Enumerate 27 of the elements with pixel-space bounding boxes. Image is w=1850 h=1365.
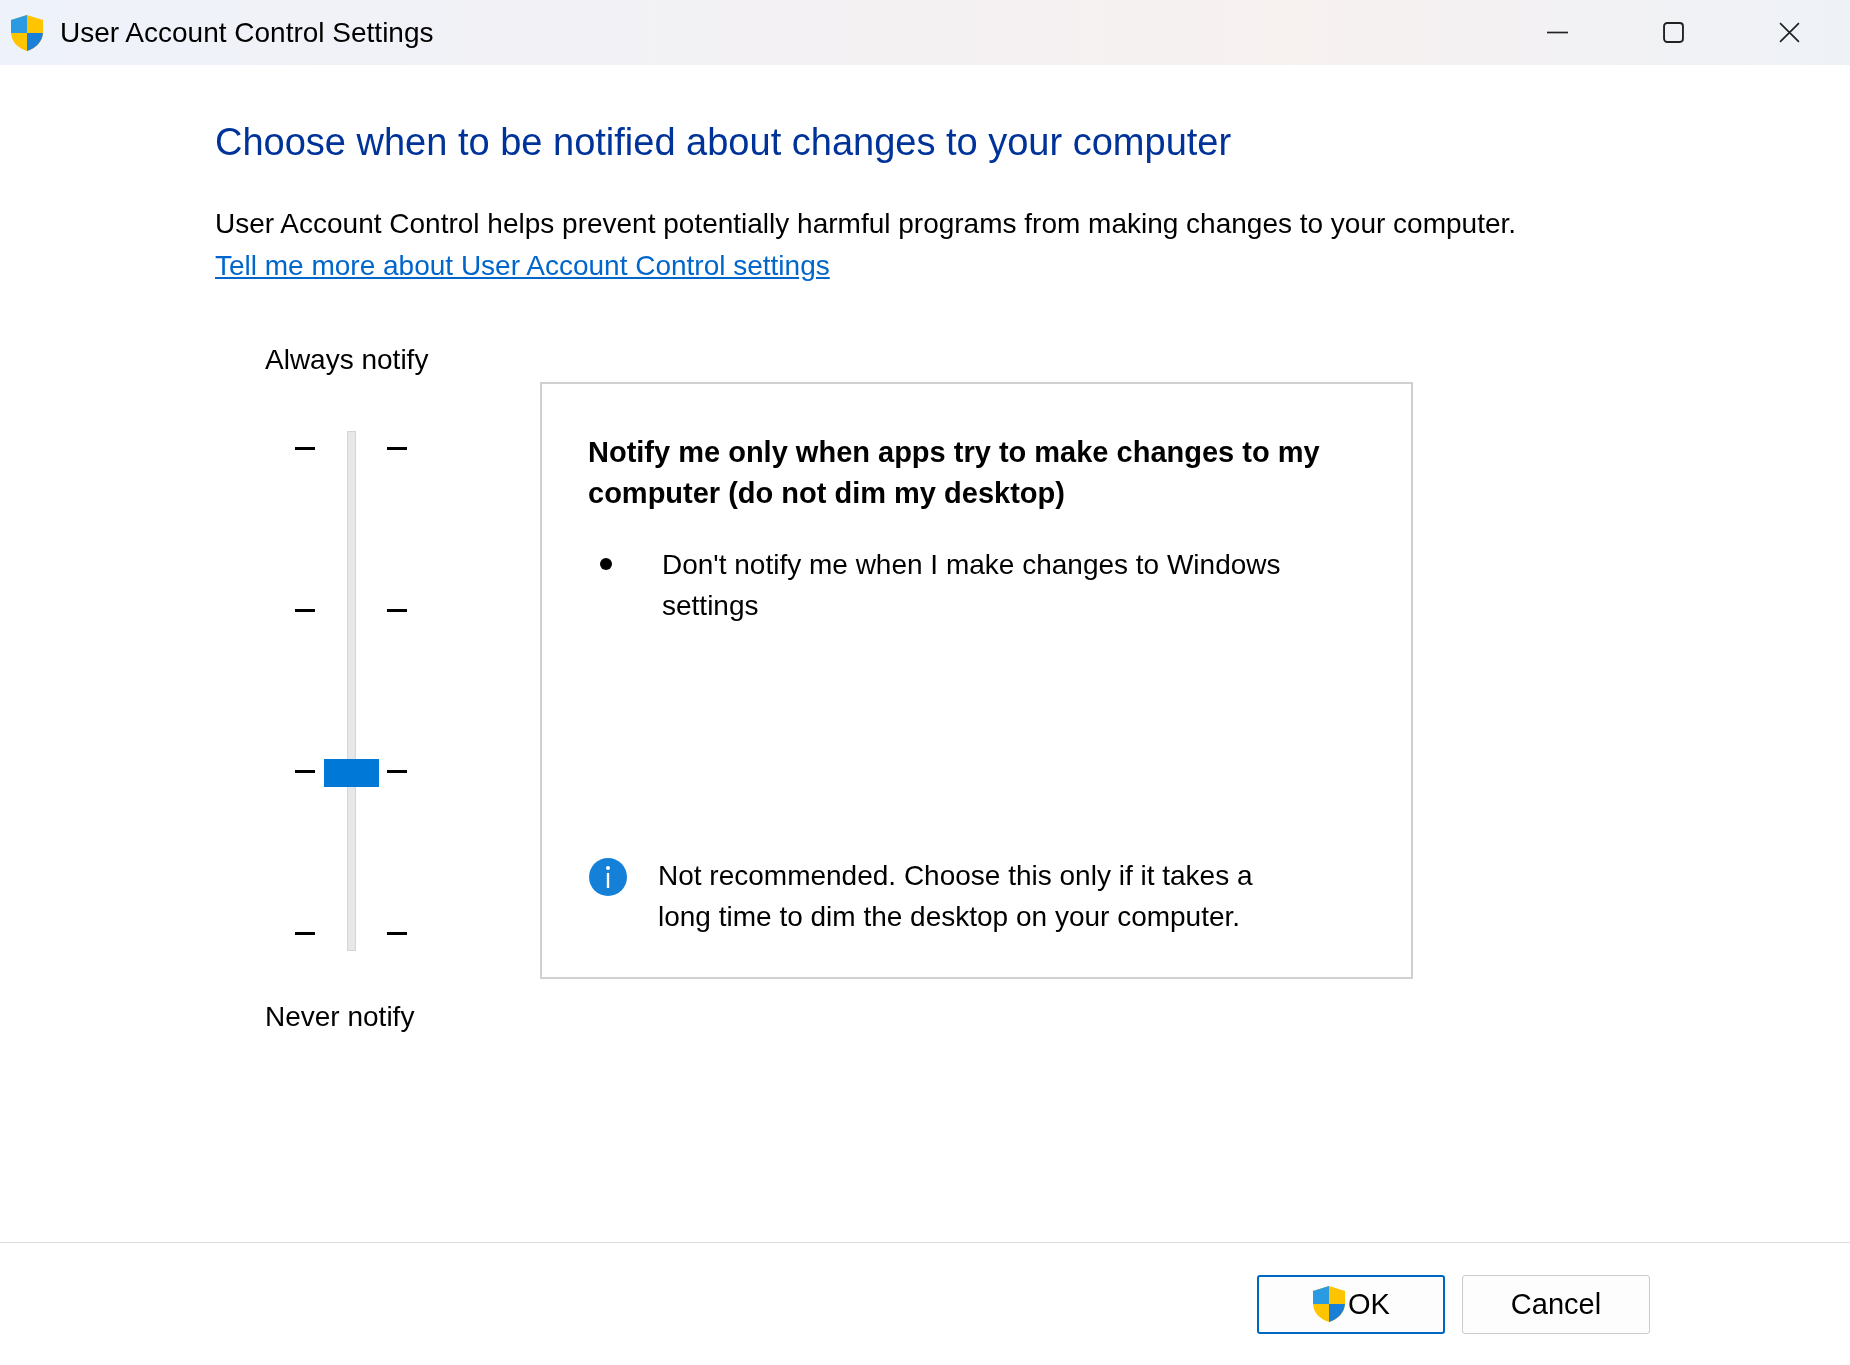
info-icon [588,857,628,897]
shield-icon [10,13,44,52]
description-text: User Account Control helps prevent potentially harmful programs from making changes to your computer. [215,208,1518,240]
tick-mark [387,770,407,774]
close-icon[interactable] [1779,22,1800,43]
maximize-icon[interactable] [1663,22,1684,43]
tick-mark [295,931,315,935]
note-text: Not recommended. Choose this only if it takes a long time to dim the desktop on your computer. [658,859,1254,934]
window-title: User Account Control Settings [60,16,434,49]
tick-mark [387,608,407,612]
shield-icon [1312,1285,1347,1323]
setting-title: Notify me only when apps try to make changes to my computer (do not dim my desktop) [588,435,1321,511]
page-heading: Choose when to be notified about changes to your computer [215,121,1233,164]
ok-button[interactable]: OK [1257,1274,1445,1334]
slider-track[interactable] [347,431,356,951]
tick-mark [295,770,315,774]
bullet-dot [600,558,612,570]
slider-thumb[interactable] [324,759,379,788]
tick-mark [387,931,407,935]
bullet-text: Don't notify me when I make changes to Windows settings [662,548,1282,623]
tick-mark [387,447,407,450]
cancel-button[interactable]: Cancel [1462,1274,1650,1334]
tick-mark [295,608,315,612]
slider-top-label: Always notify [265,344,430,376]
slider-bottom-label: Never notify [265,1001,416,1033]
tick-mark [295,447,315,450]
help-link[interactable]: Tell me more about User Account Control settings [215,250,830,282]
